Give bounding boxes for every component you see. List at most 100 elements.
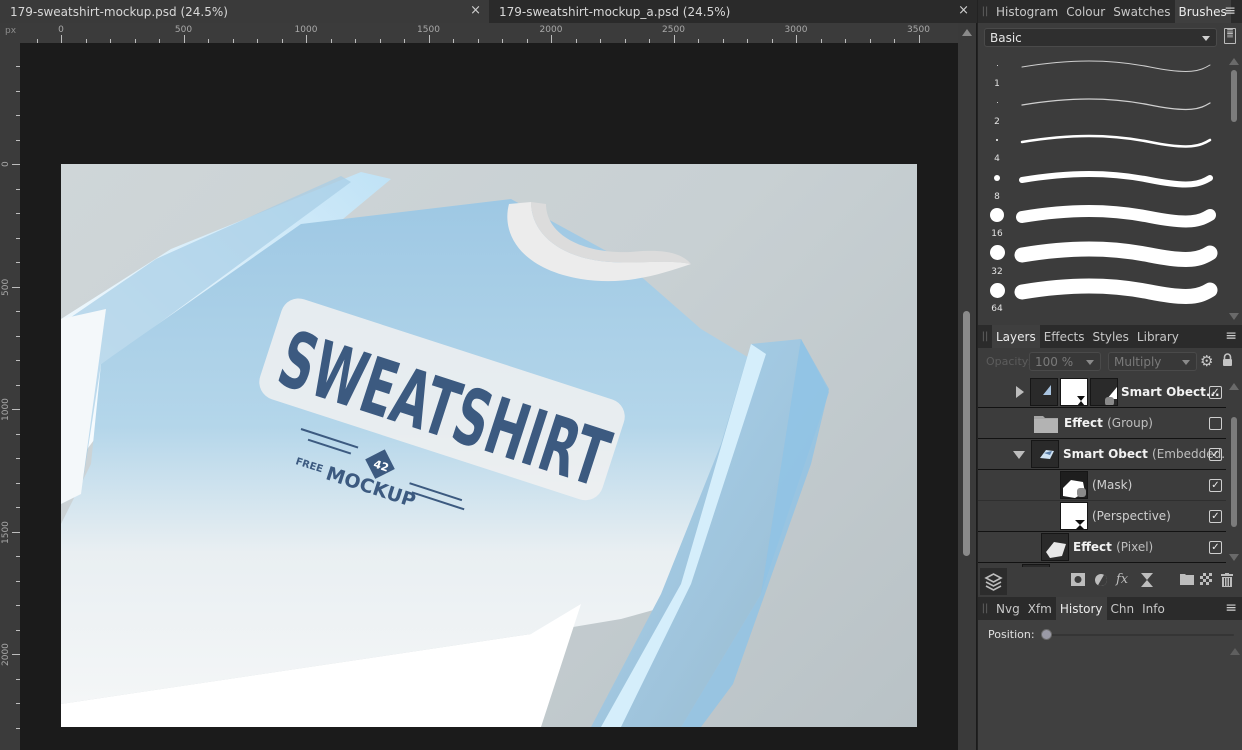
scroll-up-arrow-icon[interactable] <box>962 29 972 36</box>
layer-toolbar: fx <box>978 568 1242 595</box>
layer-row[interactable]: Smart Obect (Embedded... ✓ <box>978 439 1226 470</box>
scrollbar-thumb[interactable] <box>1231 417 1237 527</box>
ruler-label: 0 <box>58 25 64 35</box>
brush-category-select[interactable]: Basic <box>984 28 1217 47</box>
layer-row[interactable] <box>978 563 1226 567</box>
ruler-label: 1000 <box>1 398 11 421</box>
layer-name-text: Effect <box>1073 540 1112 554</box>
layer-row[interactable]: Effect (Pixel) ✓ <box>978 532 1226 563</box>
panel-grip-icon[interactable]: || <box>978 597 992 620</box>
tab-effects[interactable]: Effects <box>1040 325 1089 348</box>
panel-menu-icon[interactable]: ≡ <box>1225 328 1237 344</box>
scroll-down-arrow-icon[interactable] <box>1229 313 1239 320</box>
brush-list-scrollbar[interactable] <box>1226 52 1242 324</box>
panel-grip-icon[interactable]: || <box>978 325 992 348</box>
perspective-thumbnail <box>1060 502 1088 530</box>
history-position-slider[interactable] <box>1046 634 1234 636</box>
brush-stroke-preview <box>1020 134 1212 148</box>
tab-history[interactable]: History <box>1055 597 1107 620</box>
layer-list-scrollbar[interactable] <box>1226 377 1242 567</box>
tab-layers[interactable]: Layers <box>992 325 1040 348</box>
folder-icon[interactable] <box>1180 573 1194 589</box>
ruler-unit-label: px <box>5 26 17 36</box>
layer-row[interactable]: Smart Obect... ✓ <box>978 377 1226 408</box>
scroll-up-arrow-icon[interactable] <box>1230 648 1240 655</box>
layer-thumbnail <box>1030 378 1058 406</box>
opacity-select[interactable]: 100 % <box>1029 352 1101 371</box>
ruler-tick <box>12 409 20 410</box>
layer-thumbnail <box>1031 440 1059 468</box>
layer-name[interactable]: (Mask) <box>1092 478 1132 492</box>
vertical-ruler[interactable]: 0 500 1000 1500 2000 <box>0 43 20 750</box>
close-tab-icon[interactable]: × <box>470 3 481 18</box>
layer-name[interactable]: (Perspective) <box>1092 509 1171 523</box>
visibility-checkbox[interactable]: ✓ <box>1209 448 1222 461</box>
layer-name[interactable]: Smart Obect (Embedded... <box>1063 447 1226 461</box>
tab-transform[interactable]: Xfm <box>1024 597 1056 620</box>
adjustment-icon[interactable] <box>1094 573 1108 591</box>
live-filter-icon[interactable] <box>1141 573 1153 591</box>
expand-arrow-icon[interactable] <box>1016 386 1024 398</box>
canvas-area[interactable]: SWEATSHIRT 42 FREE MOCKUP <box>20 43 962 750</box>
visibility-checkbox[interactable]: ✓ <box>1209 386 1222 399</box>
layer-name[interactable]: Effect (Group) <box>1064 416 1153 430</box>
sweatshirt-mockup-image: SWEATSHIRT 42 FREE MOCKUP <box>61 172 829 727</box>
tab-brushes[interactable]: Brushes <box>1174 0 1231 23</box>
layer-row[interactable]: (Perspective) ✓ <box>978 501 1226 532</box>
gear-icon[interactable]: ⚙ <box>1200 352 1213 370</box>
tab-swatches[interactable]: Swatches <box>1109 0 1174 23</box>
trash-icon[interactable] <box>1221 573 1233 591</box>
panel-grip-icon[interactable]: || <box>978 0 992 23</box>
tab-styles[interactable]: Styles <box>1089 325 1133 348</box>
add-pixel-layer-icon[interactable] <box>1200 573 1212 589</box>
horizontal-ruler[interactable]: 0 500 1000 1500 2000 2500 3000 3500 <box>0 23 962 43</box>
scrollbar-thumb[interactable] <box>1231 70 1237 122</box>
layer-row[interactable]: Effect (Group) <box>978 408 1226 439</box>
brush-stroke-preview <box>1019 170 1213 187</box>
layer-row[interactable]: (Mask) ✓ <box>978 470 1226 501</box>
document-tab-inactive[interactable]: 179-sweatshirt-mockup_a.psd (24.5%) × <box>489 0 977 23</box>
ruler-label: 1500 <box>417 25 440 35</box>
brush-size-label: 8 <box>994 191 1000 202</box>
visibility-checkbox[interactable]: ✓ <box>1209 510 1222 523</box>
tab-info[interactable]: Info <box>1138 597 1169 620</box>
tab-navigator[interactable]: Nvg <box>992 597 1024 620</box>
ruler-tick <box>12 286 20 288</box>
blend-mode-select[interactable]: Multiply <box>1108 352 1197 371</box>
scroll-up-arrow-icon[interactable] <box>1229 58 1239 65</box>
panel-menu-icon[interactable]: ≡ <box>1225 600 1237 616</box>
tab-histogram[interactable]: Histogram <box>992 0 1062 23</box>
canvas-vertical-scrollbar[interactable] <box>958 23 976 750</box>
brush-list-options-icon[interactable]: ≡ ≡ <box>1224 28 1236 44</box>
scroll-up-arrow-icon[interactable] <box>1229 383 1239 390</box>
layer-name[interactable]: Effect (Pixel) <box>1073 540 1153 554</box>
brush-size-label: 32 <box>991 266 1003 277</box>
visibility-checkbox[interactable] <box>1209 417 1222 430</box>
chevron-down-icon <box>1202 35 1210 41</box>
layers-panel: || Layers Effects Styles Library ≡ Opaci… <box>978 325 1242 597</box>
blend-mode-value: Multiply <box>1114 354 1162 369</box>
scrollbar-thumb[interactable] <box>963 311 970 556</box>
close-tab-icon[interactable]: × <box>958 3 969 18</box>
document-artwork[interactable]: SWEATSHIRT 42 FREE MOCKUP <box>61 164 917 727</box>
lock-icon[interactable] <box>1222 353 1233 371</box>
brush-preset[interactable]: 64 <box>978 278 1226 320</box>
slider-handle[interactable] <box>1041 629 1052 640</box>
brush-tip-preview <box>996 102 998 103</box>
tab-channels[interactable]: Chn <box>1107 597 1139 620</box>
add-mask-icon[interactable] <box>1071 573 1085 590</box>
layers-stack-button[interactable] <box>980 568 1007 595</box>
visibility-checkbox[interactable]: ✓ <box>1209 541 1222 554</box>
opacity-value: 100 % <box>1035 354 1074 369</box>
tab-colour[interactable]: Colour <box>1062 0 1109 23</box>
layer-name[interactable]: Smart Obect... <box>1121 385 1220 399</box>
brush-tip-preview <box>996 64 998 66</box>
scroll-down-arrow-icon[interactable] <box>1229 554 1239 561</box>
fx-icon[interactable]: fx <box>1116 572 1128 587</box>
tab-library[interactable]: Library <box>1133 325 1183 348</box>
panel-menu-icon[interactable]: ≡ <box>1224 3 1236 19</box>
document-tab-active[interactable]: 179-sweatshirt-mockup.psd (24.5%) × <box>0 0 489 23</box>
collapse-arrow-icon[interactable] <box>1013 451 1025 459</box>
visibility-checkbox[interactable]: ✓ <box>1209 479 1222 492</box>
ruler-tick <box>673 35 675 43</box>
